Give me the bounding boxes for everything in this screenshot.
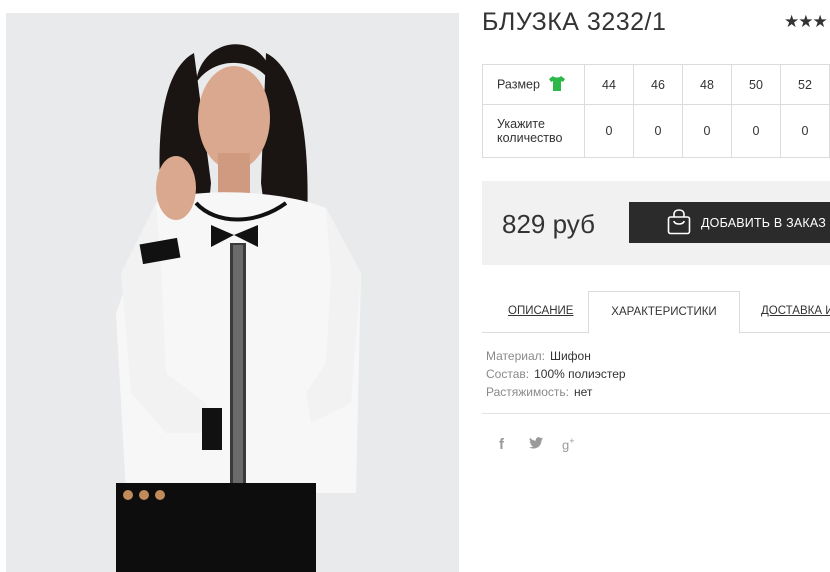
quantity-label: Укажите количество: [481, 104, 586, 158]
size-cell: 50: [730, 64, 781, 105]
size-label-cell: Размер: [481, 64, 586, 105]
spec-value: 100% полиэстер: [534, 367, 626, 381]
size-quantity-table: Размер 44 46 48 50 52 Укажите количество…: [481, 64, 830, 158]
tab-description[interactable]: ОПИСАНИЕ: [508, 291, 573, 332]
size-cell: 52: [779, 64, 830, 105]
quantity-input[interactable]: 0: [584, 104, 634, 158]
product-title: БЛУЗКА 3232/1: [482, 8, 667, 36]
size-label: Размер: [497, 76, 540, 91]
tab-delivery-label: ДОСТАВКА И: [761, 305, 830, 317]
spec-value: Шифон: [549, 349, 591, 363]
tab-delivery[interactable]: ДОСТАВКА И: [761, 291, 830, 332]
divider: [482, 413, 830, 414]
size-cell: 44: [584, 64, 634, 105]
tab-characteristics-label: ХАРАКТЕРИСТИКИ: [611, 306, 717, 318]
spec-key: Растяжимость:: [486, 385, 570, 399]
price-panel: 829 руб ДОБАВИТЬ В ЗАКАЗ: [482, 181, 830, 265]
spec-key: Состав:: [486, 367, 530, 381]
twitter-icon[interactable]: [529, 436, 543, 452]
spec-row: Растяжимость: нет: [486, 383, 626, 401]
add-to-order-label: ДОБАВИТЬ В ЗАКАЗ: [701, 215, 827, 230]
size-cell: 48: [681, 64, 732, 105]
model-illustration: [116, 44, 361, 572]
rating-stars[interactable]: ★★★: [784, 12, 828, 32]
tab-description-label: ОПИСАНИЕ: [508, 305, 574, 317]
facebook-icon[interactable]: f: [499, 436, 504, 453]
spec-row: Материал: Шифон: [486, 347, 626, 365]
quantity-row: Укажите количество 0 0 0 0 0: [481, 104, 830, 158]
specifications: Материал: Шифон Состав: 100% полиэстер Рас…: [486, 347, 626, 401]
quantity-input[interactable]: 0: [730, 104, 781, 158]
tab-characteristics[interactable]: ХАРАКТЕРИСТИКИ: [588, 291, 740, 334]
quantity-input[interactable]: 0: [779, 104, 830, 158]
spec-row: Состав: 100% полиэстер: [486, 365, 626, 383]
shopping-bag-icon: [667, 209, 691, 238]
product-photo[interactable]: [6, 13, 459, 572]
spec-value: нет: [574, 385, 593, 399]
google-plus-icon[interactable]: g+: [562, 436, 575, 452]
quantity-input[interactable]: 0: [633, 104, 683, 158]
size-row: Размер 44 46 48 50 52: [481, 64, 830, 105]
tshirt-icon[interactable]: [549, 75, 566, 94]
add-to-order-button[interactable]: ДОБАВИТЬ В ЗАКАЗ: [629, 202, 830, 243]
spec-key: Материал:: [486, 349, 545, 363]
size-cell: 46: [633, 64, 683, 105]
quantity-input[interactable]: 0: [681, 104, 732, 158]
product-tabs: ОПИСАНИЕ ХАРАКТЕРИСТИКИ ДОСТАВКА И: [482, 291, 830, 334]
price: 829 руб: [502, 209, 595, 239]
